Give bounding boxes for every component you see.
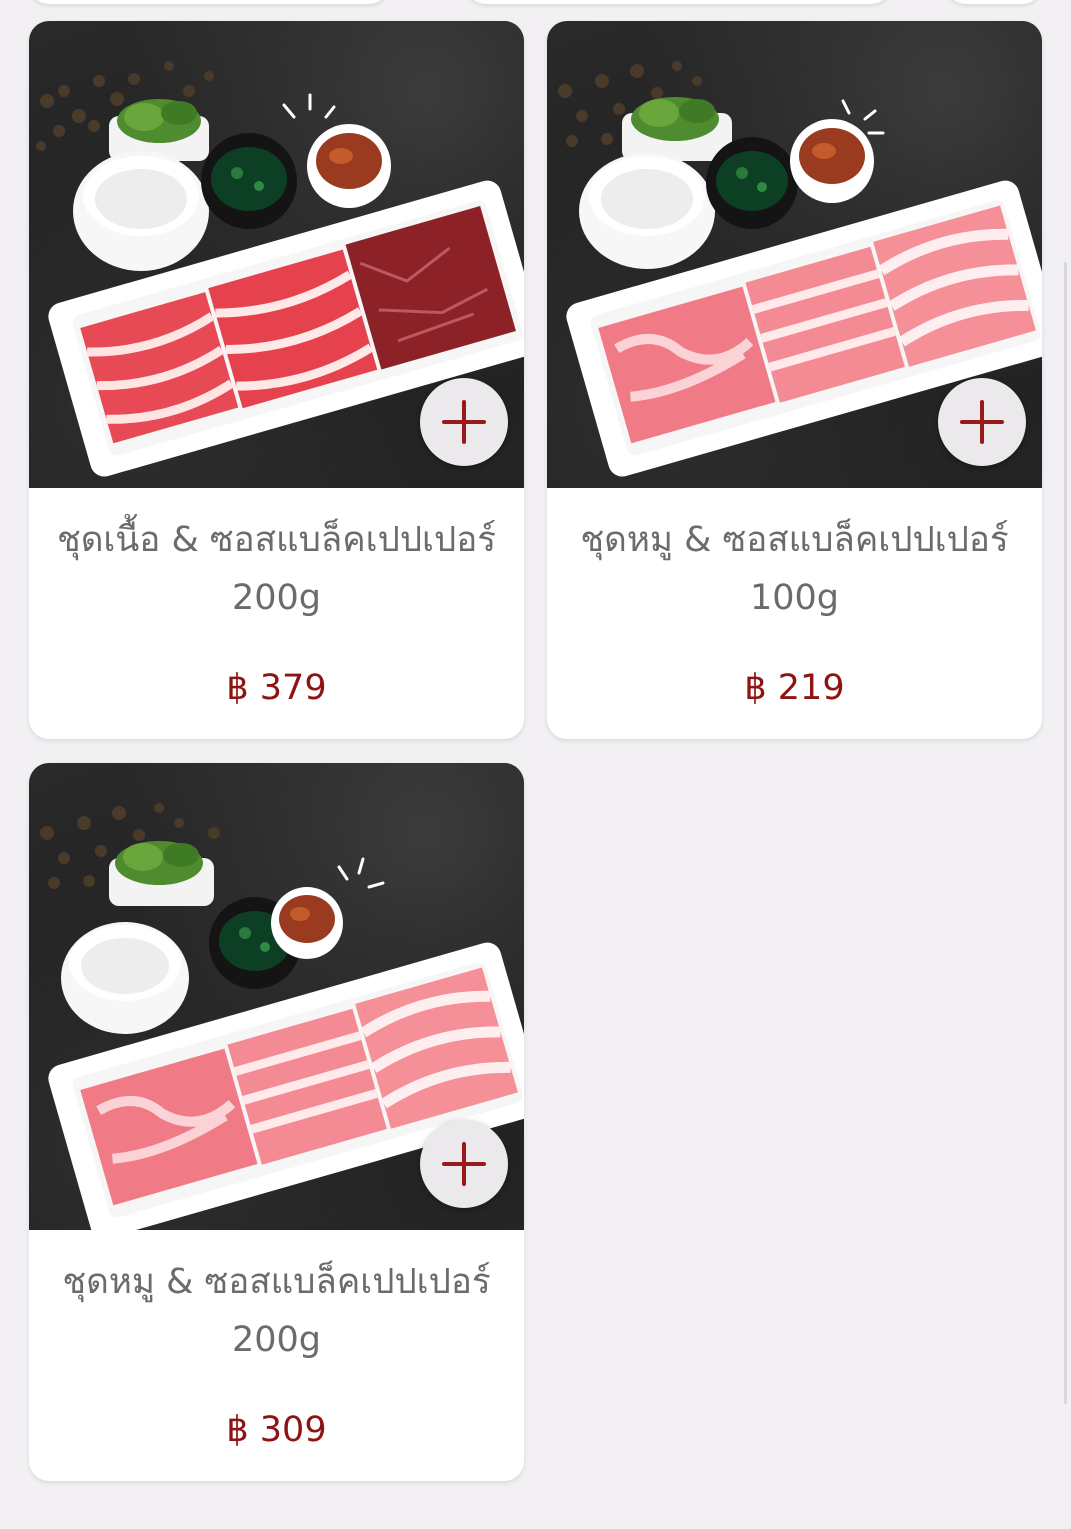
product-name: ชุดหมู & ซอสแบล็คเปปเปอร์ 100g	[580, 520, 1009, 618]
add-to-cart-button[interactable]	[420, 378, 508, 466]
product-image[interactable]	[29, 763, 524, 1230]
plus-icon	[442, 1142, 486, 1186]
previous-card-edge	[29, 0, 389, 4]
product-price: ฿ 379	[226, 668, 327, 708]
product-name: ชุดเนื้อ & ซอสแบล็คเปปเปอร์ 200g	[56, 520, 497, 618]
add-to-cart-button[interactable]	[420, 1120, 508, 1208]
product-name: ชุดหมู & ซอสแบล็คเปปเปอร์ 200g	[62, 1262, 491, 1360]
plus-icon	[960, 400, 1004, 444]
previous-card-edge	[466, 0, 891, 4]
scrollbar[interactable]	[1064, 262, 1067, 1404]
product-price: ฿ 219	[744, 668, 845, 708]
product-price: ฿ 309	[226, 1410, 327, 1450]
product-image[interactable]	[29, 21, 524, 488]
add-to-cart-button[interactable]	[938, 378, 1026, 466]
product-card[interactable]: ชุดเนื้อ & ซอสแบล็คเปปเปอร์ 200g ฿ 379	[29, 21, 524, 739]
previous-card-edge	[946, 0, 1042, 4]
product-card[interactable]: ชุดหมู & ซอสแบล็คเปปเปอร์ 200g ฿ 309	[29, 763, 524, 1481]
product-card[interactable]: ชุดหมู & ซอสแบล็คเปปเปอร์ 100g ฿ 219	[547, 21, 1042, 739]
plus-icon	[442, 400, 486, 444]
product-image[interactable]	[547, 21, 1042, 488]
